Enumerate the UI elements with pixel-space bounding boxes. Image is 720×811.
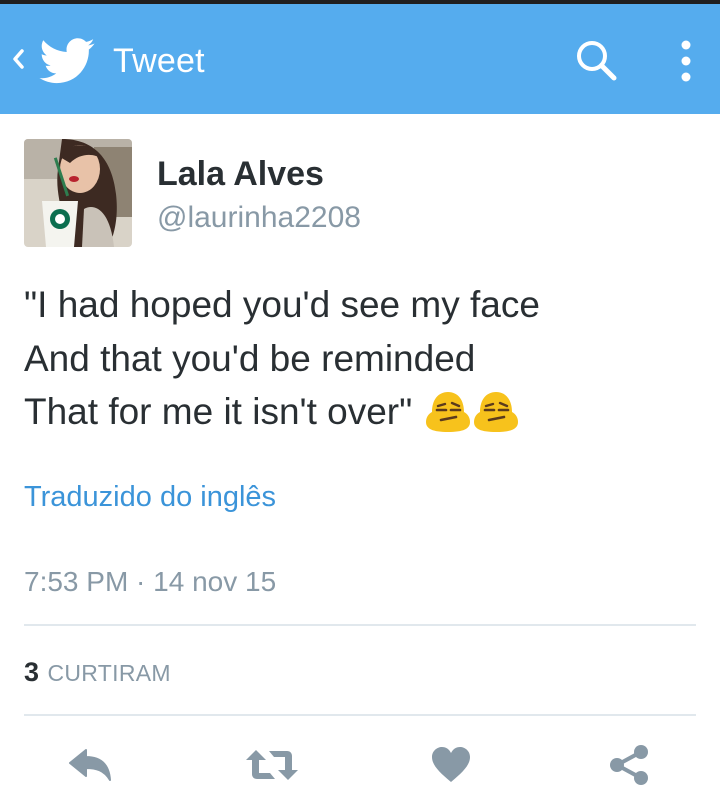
tweet-line: "I had hoped you'd see my face — [24, 284, 540, 325]
share-button[interactable] — [606, 742, 652, 788]
tweet-line-text: That for me it isn't over" — [24, 391, 413, 432]
divider — [24, 624, 696, 626]
tweet-line: That for me it isn't over" — [24, 385, 704, 439]
search-button[interactable] — [574, 38, 620, 84]
confused-face-emoji — [473, 392, 518, 432]
tweet-line: And that you'd be reminded — [24, 337, 476, 379]
heart-icon — [432, 747, 470, 782]
back-button[interactable] — [8, 44, 28, 74]
author-handle[interactable]: @laurinha2208 — [157, 200, 361, 236]
avatar-photo — [24, 139, 132, 247]
reply-button[interactable] — [64, 742, 116, 788]
likes-count: 3 — [24, 657, 40, 687]
more-options-button[interactable] — [672, 36, 700, 86]
chevron-left-icon — [13, 49, 24, 69]
confused-face-emoji — [425, 392, 470, 432]
retweet-icon — [246, 750, 298, 780]
app-bar: Tweet — [0, 4, 720, 114]
tweet-text: "I had hoped you'd see my face And that … — [24, 278, 704, 439]
likes-summary[interactable]: 3 CURTIRAM — [24, 655, 171, 694]
divider — [24, 714, 696, 716]
tweet-detail-screen: Tweet Lala Alves @laurinha2208 "I had ho… — [0, 0, 720, 811]
retweet-button[interactable] — [242, 742, 302, 788]
reply-icon — [69, 749, 111, 781]
likes-label: CURTIRAM — [47, 660, 171, 686]
tweet-timestamp: 7:53 PM · 14 nov 15 — [24, 566, 277, 597]
page-title: Tweet — [113, 42, 205, 80]
translation-link[interactable]: Traduzido do inglês — [24, 479, 276, 515]
twitter-bird-icon — [39, 38, 95, 84]
search-icon — [577, 41, 617, 81]
author-name[interactable]: Lala Alves — [157, 154, 324, 194]
avatar[interactable] — [24, 139, 132, 247]
like-button[interactable] — [428, 742, 474, 788]
more-vertical-icon — [681, 40, 691, 82]
share-icon — [610, 745, 648, 785]
